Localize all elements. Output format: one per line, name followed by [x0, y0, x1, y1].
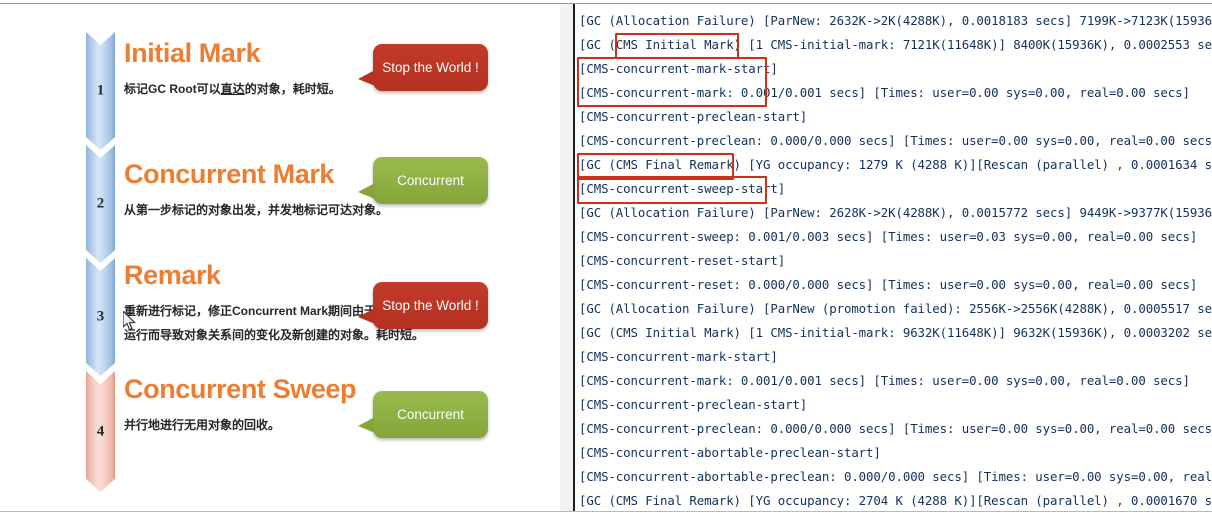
- callout-label: Stop the World !: [382, 298, 479, 313]
- gc-log-line: [GC (CMS Final Remark) [YG occupancy: 27…: [579, 493, 1212, 508]
- gc-log-line: [CMS-concurrent-abortable-preclean: 0.00…: [579, 469, 1212, 484]
- step-description: 标记GC Root可以直达的对象，耗时短。: [124, 78, 341, 100]
- step-block-1: Initial Mark 标记GC Root可以直达的对象，耗时短。: [124, 40, 341, 100]
- callout-tail: [358, 308, 375, 324]
- step-desc-emphasis: 直达: [220, 82, 245, 96]
- step-desc-pre: 从第一步标记的对象出发，并发地标记可达对象。: [124, 203, 389, 217]
- gc-log-line: [CMS-concurrent-mark: 0.001/0.001 secs] …: [579, 373, 1190, 388]
- step-desc-pre: 标记GC Root可以: [124, 82, 221, 96]
- callout-label: Stop the World !: [382, 60, 479, 75]
- slide-right-gutter: [560, 4, 573, 511]
- chevron-step-3: 3: [86, 258, 115, 376]
- step-block-2: Concurrent Mark 从第一步标记的对象出发，并发地标记可达对象。: [124, 161, 388, 221]
- step-chevron-ribbon: 1 2 3 4: [86, 32, 115, 492]
- screenshot-root: 1 2 3 4 Initial Mark 标记GC Root可以直达的对象，耗时…: [0, 0, 1212, 515]
- callout-stop-the-world-1: Stop the World !: [358, 44, 488, 91]
- chevron-number: 4: [96, 423, 105, 439]
- chevron-step-1: 1: [86, 32, 115, 150]
- gc-log-line: [GC (Allocation Failure) [ParNew (promot…: [579, 301, 1212, 316]
- chevron-step-4: 4: [86, 371, 115, 492]
- gc-log-line: [CMS-concurrent-mark: 0.001/0.001 secs] …: [579, 85, 1190, 100]
- chevron-number: 1: [96, 82, 105, 99]
- chevron-number: 2: [96, 195, 105, 212]
- gc-log-line: [CMS-concurrent-preclean-start]: [579, 397, 808, 412]
- callout-concurrent-2: Concurrent: [358, 157, 488, 204]
- gc-log-line: [CMS-concurrent-preclean: 0.000/0.000 se…: [579, 421, 1212, 436]
- step-block-4: Concurrent Sweep 并行地进行无用对象的回收。: [124, 374, 357, 436]
- callout-tail: [358, 70, 375, 86]
- gc-log-line: [CMS-concurrent-mark-start]: [579, 61, 778, 76]
- gc-log-line: [CMS-concurrent-reset-start]: [579, 253, 786, 268]
- gc-log-line: [CMS-concurrent-abortable-preclean-start…: [579, 445, 881, 460]
- callout-concurrent-4: Concurrent: [358, 391, 488, 438]
- step-title: Concurrent Mark: [124, 159, 335, 189]
- callout-tail: [358, 417, 375, 433]
- gc-log-line: [GC (CMS Initial Mark) [1 CMS-initial-ma…: [579, 37, 1212, 52]
- gc-log-line: [CMS-concurrent-reset: 0.000/0.000 secs]…: [579, 277, 1198, 292]
- gc-log-line: [CMS-concurrent-sweep: 0.001/0.003 secs]…: [579, 229, 1198, 244]
- gc-log-panel[interactable]: [GC (Allocation Failure) [ParNew: 2632K-…: [575, 4, 1212, 511]
- step-title: Concurrent Sweep: [124, 374, 357, 404]
- step-description: 从第一步标记的对象出发，并发地标记可达对象。: [124, 199, 388, 221]
- step-desc-line2: 运行而导致对象关系间的变化及新创建的对象。耗时短。: [124, 328, 425, 343]
- chevron-step-2: 2: [86, 145, 115, 263]
- bottom-divider-rule: [0, 511, 1212, 512]
- gc-log-line: [CMS-concurrent-sweep-start]: [579, 181, 786, 196]
- step-title: Initial Mark: [124, 38, 261, 68]
- slide-panel: 1 2 3 4 Initial Mark 标记GC Root可以直达的对象，耗时…: [0, 4, 560, 511]
- gc-log-line: [CMS-concurrent-preclean-start]: [579, 109, 808, 124]
- gc-log-line: [GC (Allocation Failure) [ParNew: 2632K-…: [579, 13, 1212, 28]
- gc-log-line: [GC (CMS Final Remark) [YG occupancy: 12…: [579, 157, 1212, 172]
- step-description: 并行地进行无用对象的回收。: [124, 414, 356, 436]
- gc-log-line: [CMS-concurrent-preclean: 0.000/0.000 se…: [579, 133, 1212, 148]
- callout-label: Concurrent: [397, 407, 464, 422]
- callout-label: Concurrent: [397, 173, 464, 188]
- callout-tail: [358, 183, 375, 199]
- gc-log-lines: [GC (Allocation Failure) [ParNew: 2632K-…: [575, 4, 1212, 511]
- gc-log-line: [CMS-concurrent-mark-start]: [579, 349, 778, 364]
- gc-log-line: [GC (CMS Initial Mark) [1 CMS-initial-ma…: [579, 325, 1212, 340]
- step-desc-post: 的对象，耗时短。: [244, 82, 341, 96]
- callout-stop-the-world-3: Stop the World !: [358, 282, 488, 329]
- gc-log-line: [GC (Allocation Failure) [ParNew: 2628K-…: [579, 205, 1212, 220]
- chevron-number: 3: [96, 308, 105, 325]
- step-desc-pre: 并行地进行无用对象的回收。: [124, 418, 281, 432]
